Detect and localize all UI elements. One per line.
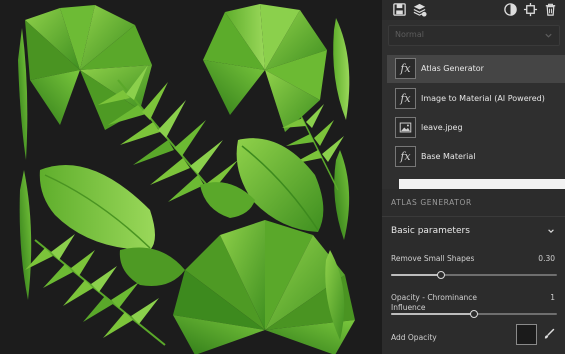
brush-icon[interactable] [543,328,555,340]
layer-item-leave-jpeg[interactable]: leave.jpeg [387,114,565,142]
opacity-color-swatch[interactable] [516,324,537,345]
chevron-down-icon [548,229,554,233]
slider-fill [391,313,474,315]
image-icon [395,117,416,138]
chevron-down-icon [545,33,552,38]
properties-panel: ATLAS GENERATOR Basic parameters Remove … [382,189,565,354]
layer-item-image-to-material[interactable]: fx Image to Material (AI Powered) [387,85,565,113]
layer-list: fx Atlas Generator fx Image to Material … [382,53,565,176]
texture-viewport[interactable] [0,0,382,354]
layer-item-base-material[interactable]: fx Base Material [387,143,565,171]
param-value-remove-small-shapes: 0.30 [538,254,555,263]
panel-divider-strip [399,179,565,189]
export-icon[interactable] [523,2,538,17]
slider-fill [391,274,441,276]
layer-item-atlas-generator[interactable]: fx Atlas Generator [387,55,565,83]
param-value-opacity-chrominance: 1 [550,293,555,302]
layers-panel: Normal fx Atlas Generator fx Image to Ma… [382,0,565,354]
save-layers-icon[interactable] [412,2,427,17]
delete-icon[interactable] [543,2,558,17]
fx-icon: fx [395,58,416,79]
param-label-remove-small-shapes: Remove Small Shapes [391,254,475,263]
layer-label: Image to Material (AI Powered) [421,94,545,103]
slider-knob[interactable] [436,271,445,279]
remove-small-shapes-slider[interactable] [391,271,557,279]
group-label: Basic parameters [391,226,470,236]
blend-mode-value: Normal [395,30,424,39]
layer-label: leave.jpeg [421,123,463,132]
save-icon[interactable] [392,2,407,17]
slider-knob[interactable] [470,310,478,318]
channels-icon[interactable] [503,2,518,17]
layer-label: Base Material [421,152,476,161]
add-opacity-label: Add Opacity [391,333,437,342]
opacity-chrominance-slider[interactable] [391,310,557,318]
fx-icon: fx [395,146,416,167]
leaf-atlas-texture [0,0,382,354]
section-title: ATLAS GENERATOR [391,198,472,207]
fx-icon: fx [395,88,416,109]
layer-label: Atlas Generator [421,64,484,73]
panel-toolbar [382,0,565,20]
basic-parameters-group[interactable]: Basic parameters [382,216,565,243]
blend-mode-select[interactable]: Normal [388,25,560,46]
